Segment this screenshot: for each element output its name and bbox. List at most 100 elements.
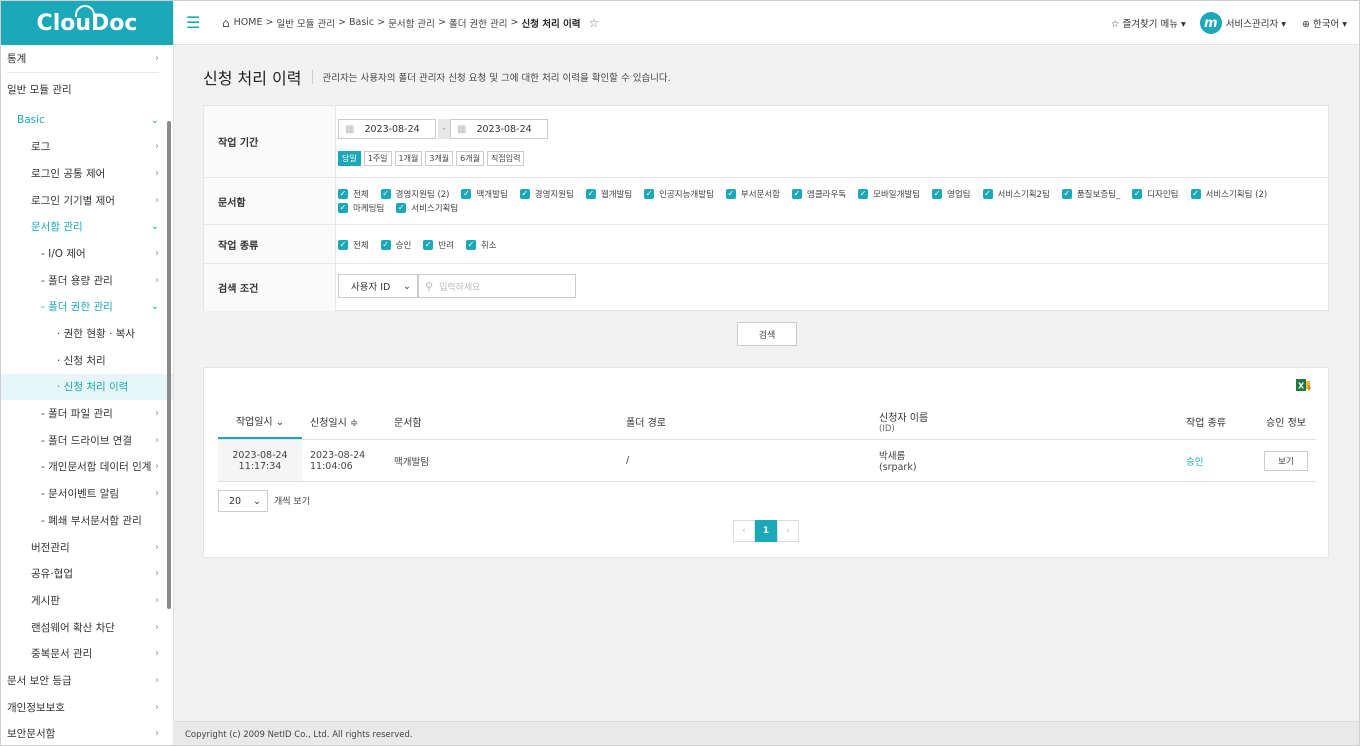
docbox-checkbox[interactable]: ✓ 경영지원팀 xyxy=(519,188,574,200)
requester-id: (srpark) xyxy=(879,462,917,473)
checkmark-icon: ✓ xyxy=(932,188,943,199)
period-1month-button[interactable]: 1개월 xyxy=(394,151,423,166)
svg-text:X: X xyxy=(1298,382,1305,391)
sidebar-scrollbar[interactable] xyxy=(167,121,171,609)
search-field-value: 사용자 ID xyxy=(351,282,391,293)
sidebar-item-permission-status[interactable]: · 권한 현황 · 복사 xyxy=(1,320,173,347)
header-label: 승인 정보 xyxy=(1266,418,1306,429)
docbox-checkbox[interactable]: ✓ 웹개발팀 xyxy=(585,188,632,200)
docbox-checkbox[interactable]: ✓ 영업팀 xyxy=(932,188,971,200)
star-icon[interactable]: ☆ xyxy=(589,16,600,30)
home-icon[interactable]: ⌂ xyxy=(222,16,230,30)
docbox-checkbox[interactable]: ✓ 경영지원팀 (2) xyxy=(380,188,449,200)
period-week-button[interactable]: 1주일 xyxy=(363,151,392,166)
hamburger-menu-icon[interactable]: ☰ xyxy=(186,13,204,32)
sidebar-item-docbox-admin[interactable]: 문서함 관리 ⌄ xyxy=(1,213,173,240)
docbox-checkbox[interactable]: ✓ 부서문서함 xyxy=(725,188,780,200)
sidebar-item-folder-capacity[interactable]: - 폴더 용량 관리 › xyxy=(1,267,173,294)
type-checkbox-reject[interactable]: ✓ 반려 xyxy=(423,239,454,251)
sidebar-item-closed-dept[interactable]: - 폐쇄 부서문서함 관리 xyxy=(1,507,173,534)
breadcrumb-separator: > xyxy=(510,17,519,28)
filter-value: 사용자 ID ⌄ ⚲ 입력하세요 xyxy=(336,264,1328,311)
sidebar-item-stats[interactable]: 통계 › xyxy=(1,45,173,72)
sidebar-item-label: 로그인 공통 제어 xyxy=(31,167,106,180)
docbox-checkbox[interactable]: ✓ 마케팅팀 xyxy=(338,202,384,214)
date-from-input[interactable]: ▦ 2023-08-24 xyxy=(338,119,436,139)
docbox-checkbox[interactable]: ✓ 디자인팀 xyxy=(1132,188,1179,200)
chevron-down-icon: ⌄ xyxy=(403,280,411,292)
breadcrumb-basic[interactable]: Basic xyxy=(349,17,374,28)
logo[interactable]: ClouDoc xyxy=(1,1,173,45)
sidebar-item-log[interactable]: 로그 › xyxy=(1,133,173,160)
sidebar-item-folder-permission[interactable]: - 폴더 권한 관리 ⌄ xyxy=(1,294,173,321)
checkmark-icon: ✓ xyxy=(519,188,530,199)
breadcrumb-home[interactable]: HOME xyxy=(234,17,263,28)
page-button-current[interactable]: 1 xyxy=(755,520,777,542)
docbox-checkbox[interactable]: ✓ 맥개발팀 xyxy=(461,188,508,200)
sidebar-item-doc-event[interactable]: - 문서이벤트 알림 › xyxy=(1,480,173,507)
sidebar-item-folder-drive[interactable]: - 폴더 드라이브 연결 › xyxy=(1,427,173,454)
chevron-down-icon: ⌄ xyxy=(253,495,261,507)
sidebar-item-secure-docbox[interactable]: 보안문서함 › xyxy=(1,721,173,746)
sidebar-item-login-common[interactable]: 로그인 공통 제어 › xyxy=(1,160,173,187)
sidebar-section-title: 일반 모듈 관리 xyxy=(7,84,72,97)
docbox-checkbox[interactable]: ✓ 전체 xyxy=(338,188,369,200)
sidebar-item-label: 중복문서 관리 xyxy=(31,648,93,661)
docbox-checkbox[interactable]: ✓ 품질보증팀_ xyxy=(1061,188,1120,200)
prev-page-button[interactable]: ‹ xyxy=(733,520,755,542)
sidebar-item-share[interactable]: 공유·협업 › xyxy=(1,560,173,587)
docbox-checkbox[interactable]: ✓ 서비스기획2팀 xyxy=(982,188,1050,200)
checkbox-label: 전체 xyxy=(353,189,369,200)
docbox-checkbox[interactable]: ✓ 모바일개발팀 xyxy=(858,188,921,200)
checkbox-label: 모바일개발팀 xyxy=(873,189,921,200)
next-page-button[interactable]: › xyxy=(777,520,799,542)
period-custom-button[interactable]: 직접입력 xyxy=(486,151,525,166)
search-input[interactable]: ⚲ 입력하세요 xyxy=(418,274,576,298)
sidebar-item-label: · 신청 처리 xyxy=(57,354,106,367)
sidebar-item-request-processing[interactable]: · 신청 처리 xyxy=(1,347,173,374)
sidebar-item-ransomware[interactable]: 랜섬웨어 확산 차단 › xyxy=(1,614,173,641)
cell-path: / xyxy=(626,455,630,466)
excel-download-icon[interactable]: X xyxy=(1296,378,1312,392)
breadcrumb-docbox-admin[interactable]: 문서함 관리 xyxy=(388,16,435,30)
type-checkbox-all[interactable]: ✓ 전체 xyxy=(338,239,369,251)
sidebar-item-board[interactable]: 게시판 › xyxy=(1,587,173,614)
sidebar-item-version[interactable]: 버전관리 › xyxy=(1,534,173,561)
checkmark-icon: ✓ xyxy=(1190,188,1201,199)
checkbox-label: 반려 xyxy=(438,240,454,251)
sidebar-item-security-level[interactable]: 문서 보안 등급 › xyxy=(1,667,173,694)
app-window: ClouDoc 통계 › 일반 모듈 관리 Basic ⌄ 로그 › 로그인 공통 … xyxy=(0,0,1360,746)
search-field-select[interactable]: 사용자 ID ⌄ xyxy=(338,274,418,298)
period-6month-button[interactable]: 6개월 xyxy=(456,151,484,166)
period-today-button[interactable]: 당일 xyxy=(338,151,361,166)
docbox-checkbox[interactable]: ✓ 엠클라우독 xyxy=(792,188,846,200)
sidebar-item-duplicate[interactable]: 중복문서 관리 › xyxy=(1,640,173,667)
search-button[interactable]: 검색 xyxy=(737,322,797,346)
sidebar-item-request-history[interactable]: · 신청 처리 이력 xyxy=(1,373,173,401)
view-approval-button[interactable]: 보기 xyxy=(1264,450,1308,471)
language-menu[interactable]: ⊕ 한국어 ▾ xyxy=(1302,16,1347,30)
docbox-checkbox[interactable]: ✓ 서비스기획팀 (2) xyxy=(1190,188,1267,200)
sidebar-item-privacy[interactable]: 개인정보보호 › xyxy=(1,694,173,721)
header-request-date[interactable]: 신청일시 ≑ xyxy=(302,404,388,439)
sidebar-item-personal-transfer[interactable]: - 개인문서함 데이터 인계 › xyxy=(1,454,173,481)
type-checkbox-cancel[interactable]: ✓ 취소 xyxy=(465,239,497,251)
date-to-input[interactable]: ▦ 2023-08-24 xyxy=(450,119,548,139)
page-size-select[interactable]: 20 ⌄ xyxy=(218,490,268,512)
chevron-down-icon: ⌄ xyxy=(150,114,159,126)
sidebar-item-basic[interactable]: Basic ⌄ xyxy=(1,107,173,134)
sidebar: ClouDoc 통계 › 일반 모듈 관리 Basic ⌄ 로그 › 로그인 공통 … xyxy=(1,1,174,746)
request-date: 2023-08-24 xyxy=(310,449,366,461)
favorites-menu[interactable]: ☆ 즐겨찾기 메뉴 ▾ xyxy=(1111,16,1186,30)
docbox-checkbox[interactable]: ✓ 서비스기획팀 xyxy=(396,202,458,214)
user-menu[interactable]: m 서비스관리자 ▾ xyxy=(1199,12,1286,34)
header-work-date[interactable]: 작업일시 ⌄ xyxy=(218,404,302,439)
docbox-checkbox[interactable]: ✓ 인공지능개발팀 xyxy=(644,188,714,200)
sidebar-item-folder-file[interactable]: - 폴더 파일 관리 › xyxy=(1,400,173,427)
sidebar-item-io-control[interactable]: - I/O 제어 › xyxy=(1,240,173,267)
type-checkbox-approve[interactable]: ✓ 승인 xyxy=(380,239,411,251)
sidebar-item-login-device[interactable]: 로그인 기기별 제어 › xyxy=(1,187,173,214)
breadcrumb-folder-permission[interactable]: 폴더 권한 관리 xyxy=(449,16,507,30)
breadcrumb-general-module[interactable]: 일반 모듈 관리 xyxy=(276,16,334,30)
period-3month-button[interactable]: 3개월 xyxy=(425,151,454,166)
